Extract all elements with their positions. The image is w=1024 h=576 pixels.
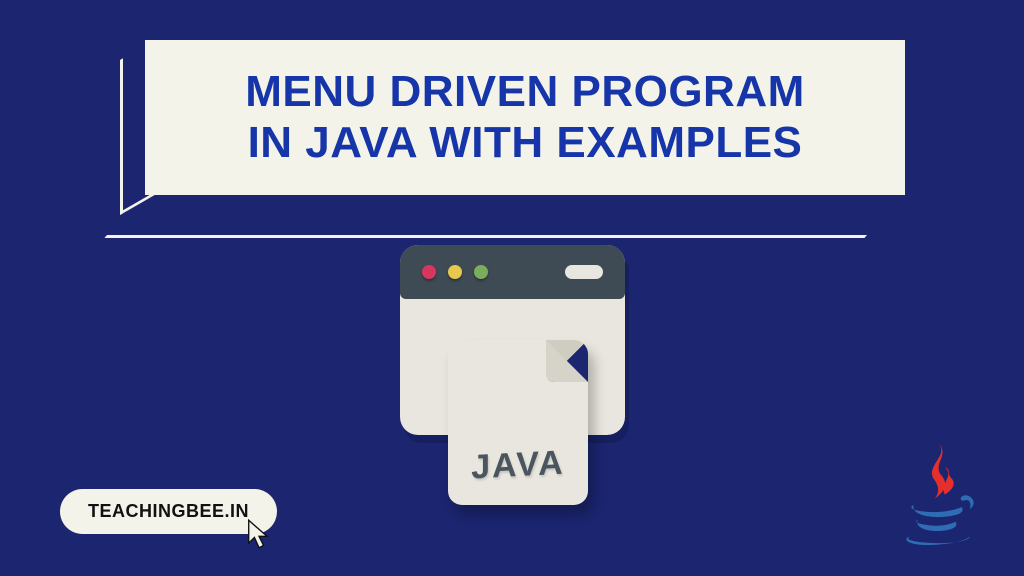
title-block: MENU DRIVEN PROGRAM IN JAVA WITH EXAMPLE…: [120, 40, 905, 210]
file-label: JAVA: [448, 442, 588, 488]
file-icon: JAVA: [448, 340, 588, 505]
traffic-light-green-icon: [474, 265, 488, 279]
site-badge-text: TEACHINGBEE.IN: [88, 501, 249, 521]
java-logo-icon: [894, 436, 979, 551]
file-fold-icon: [546, 340, 588, 382]
title-3d-bottom-edge: [104, 198, 898, 238]
window-illustration: JAVA: [400, 245, 625, 505]
traffic-light-red-icon: [422, 265, 436, 279]
title-line-1: MENU DRIVEN PROGRAM: [245, 67, 805, 116]
title-face: MENU DRIVEN PROGRAM IN JAVA WITH EXAMPLE…: [145, 40, 905, 195]
title-text: MENU DRIVEN PROGRAM IN JAVA WITH EXAMPLE…: [245, 67, 805, 168]
window-titlebar: [400, 245, 625, 299]
traffic-light-yellow-icon: [448, 265, 462, 279]
title-line-2: IN JAVA WITH EXAMPLES: [248, 118, 803, 167]
cursor-icon: [245, 518, 273, 550]
window-pill-icon: [565, 265, 603, 279]
